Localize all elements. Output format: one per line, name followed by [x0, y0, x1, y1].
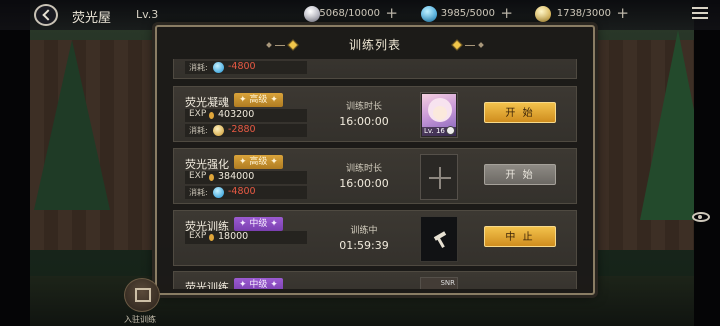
building-icon [135, 288, 151, 302]
enter-training-label: 入驻训练 [124, 315, 156, 324]
blue-coin-icon [213, 62, 224, 73]
eye-icon [692, 212, 710, 222]
grade-badge: ✦ 中级 ✦ [234, 278, 283, 289]
resource-silver: 5068/10000 + [304, 5, 398, 22]
exp-row: EXP 403200 [185, 109, 307, 122]
menu-icon-bar [692, 17, 708, 19]
training-list-panel: 训练列表 消耗: -4800 荧光凝魂 ✦ 高级 ✦ EXP 403200 消耗 [155, 25, 595, 295]
training-card: 荧光强化 ✦ 高级 ✦ EXP 384000 消耗: -4800 训练时长 16… [173, 148, 577, 204]
page-title: 荧光屋 [72, 11, 112, 26]
status-label: 训练中 [350, 226, 378, 236]
exp-drop-icon [209, 234, 214, 241]
status-label: 训练时长 [345, 102, 382, 112]
left-letterbox [0, 0, 30, 326]
status-value: 16:00:00 [339, 115, 389, 128]
exp-value: 384000 [218, 171, 255, 182]
cost-value: -4800 [228, 61, 256, 72]
stop-button[interactable]: 中 止 [484, 226, 556, 247]
training-card: 荧光训练 ✦ 中级 ✦ SNR [173, 271, 577, 289]
resource-gold-value: 1738/3000 [556, 8, 611, 19]
exp-label: EXP [189, 109, 207, 119]
training-card: 荧光凝魂 ✦ 高级 ✦ EXP 403200 消耗: -2880 训练时长 16… [173, 86, 577, 142]
training-list[interactable]: 消耗: -4800 荧光凝魂 ✦ 高级 ✦ EXP 403200 消耗: -28… [173, 59, 577, 289]
status-value: 01:59:39 [339, 239, 389, 252]
status-column: 训练中 01:59:39 [324, 223, 404, 252]
back-button[interactable] [34, 4, 58, 26]
right-letterbox [694, 0, 720, 326]
menu-icon-bar [692, 12, 708, 14]
character-slot[interactable]: SNR [420, 277, 458, 289]
training-name: 荧光凝魂 [185, 96, 229, 109]
status-column: 训练时长 16:00:00 [324, 99, 404, 128]
add-blue-button[interactable]: + [500, 5, 513, 21]
cost-row: 消耗: -4800 [185, 61, 307, 74]
grade-badge: ✦ 中级 ✦ [234, 217, 283, 231]
exp-row: EXP 384000 [185, 171, 307, 184]
character-avatar: Lv. 16 [422, 94, 456, 136]
training-slot[interactable] [420, 216, 458, 262]
cost-value: -2880 [228, 124, 256, 135]
enter-training-button[interactable] [124, 278, 160, 312]
gold-coin-icon [213, 125, 224, 136]
add-silver-button[interactable]: + [385, 5, 398, 21]
exp-drop-icon [209, 112, 214, 119]
resource-blue-value: 3985/5000 [440, 8, 495, 19]
blue-coin-icon [213, 187, 224, 198]
cost-row: 消耗: -4800 [185, 186, 307, 199]
exp-row: EXP 18000 [185, 231, 307, 244]
silver-orb-icon [304, 6, 320, 22]
menu-button[interactable] [692, 7, 708, 21]
cost-label: 消耗: [189, 63, 208, 72]
resource-gold: 1738/3000 + [535, 5, 629, 22]
training-name: 荧光训练 [185, 281, 229, 289]
empty-character-slot[interactable] [420, 154, 458, 200]
status-label: 训练时长 [345, 164, 382, 174]
rarity-tag: SNR [440, 279, 455, 287]
status-value: 16:00:00 [339, 177, 389, 190]
training-name: 荧光强化 [185, 158, 229, 171]
gold-orb-icon [535, 6, 551, 22]
training-card: 荧光训练 ✦ 中级 ✦ EXP 18000 训练中 01:59:39 中 止 [173, 210, 577, 266]
exp-value: 403200 [218, 109, 255, 120]
eye-toggle-button[interactable] [692, 212, 714, 226]
status-column: 训练时长 16:00:00 [324, 161, 404, 190]
cost-label: 消耗: [189, 188, 208, 197]
grade-badge: ✦ 高级 ✦ [234, 93, 283, 107]
resource-silver-value: 5068/10000 [319, 8, 380, 19]
exp-drop-icon [209, 174, 214, 181]
start-button[interactable]: 开 始 [484, 102, 556, 123]
grade-badge: ✦ 高级 ✦ [234, 155, 283, 169]
cost-row: 消耗: -2880 [185, 124, 307, 137]
chevron-left-icon [41, 9, 54, 21]
avatar-face [433, 106, 447, 120]
header-ornament [465, 45, 475, 46]
level-label: Lv.3 [136, 8, 159, 21]
panel-title: 训练列表 [348, 38, 401, 52]
blue-orb-icon [421, 6, 437, 22]
start-button-disabled[interactable]: 开 始 [484, 164, 556, 185]
exp-label: EXP [189, 231, 207, 241]
hammer-icon [432, 231, 448, 248]
character-slot[interactable]: Lv. 16 [420, 92, 458, 138]
resource-blue: 3985/5000 + [421, 5, 513, 22]
add-gold-button[interactable]: + [616, 5, 629, 21]
panel-header: 训练列表 [157, 27, 593, 57]
rank-icon [446, 126, 455, 135]
menu-icon-bar [692, 7, 708, 9]
exp-value: 18000 [218, 231, 249, 242]
tree-left [34, 40, 110, 210]
cost-label: 消耗: [189, 126, 208, 135]
exp-label: EXP [189, 171, 207, 181]
training-card: 消耗: -4800 [173, 59, 577, 79]
plus-icon [429, 167, 451, 189]
cost-value: -4800 [228, 186, 256, 197]
